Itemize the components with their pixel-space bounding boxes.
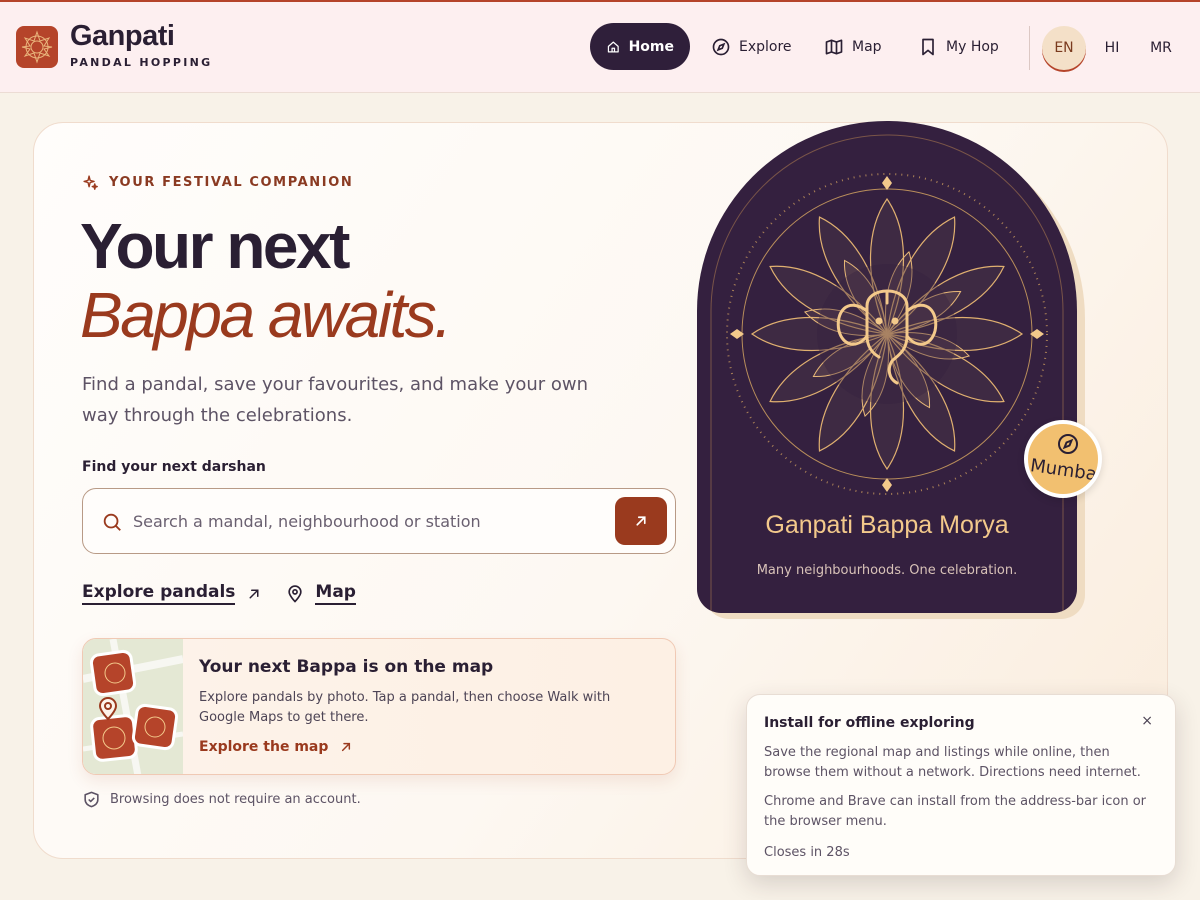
arch-panel: Ganpati Bappa Morya Many neighbourhoods.… <box>697 121 1077 613</box>
explore-pandals-link[interactable]: Explore pandals <box>82 582 263 605</box>
explore-map-link[interactable]: Explore the map <box>199 739 354 755</box>
map-card-body: Explore pandals by photo. Tap a pandal, … <box>199 690 611 725</box>
headline-line1: Your next <box>80 210 350 282</box>
ganpati-illustration: Ganpati Bappa Morya Many neighbourhoods.… <box>697 121 1087 641</box>
nav-map[interactable]: Map <box>808 23 898 70</box>
nav-explore-label: Explore <box>739 38 792 55</box>
bookmark-icon <box>922 38 934 55</box>
search-icon <box>103 513 121 531</box>
account-note-text: Browsing does not require an account. <box>110 792 361 807</box>
quick-links: Explore pandals Map <box>82 582 356 605</box>
site-header: Ganpati PANDAL HOPPING Home Explore Map … <box>0 2 1200 93</box>
arrow-up-right-icon <box>249 589 259 598</box>
city-badge[interactable]: Mumbai <box>1024 420 1102 498</box>
arrow-up-right-icon <box>636 516 646 526</box>
shield-check-icon <box>84 791 99 808</box>
lang-en-button[interactable]: EN <box>1042 26 1086 70</box>
nav-my-hop[interactable]: My Hop <box>902 23 1015 70</box>
map-card-title: Your next Bappa is on the map <box>199 657 494 677</box>
arch-subtitle: Many neighbourhoods. One celebration. <box>756 563 1018 578</box>
home-icon <box>607 41 619 52</box>
install-popup-para1: Save the regional map and listings while… <box>764 745 1141 780</box>
nav-map-label: Map <box>852 38 882 55</box>
search-submit-button[interactable] <box>615 497 667 545</box>
brand-title[interactable]: Ganpati <box>70 20 175 53</box>
map-link-label: Map <box>315 582 356 605</box>
install-popup-title: Install for offline exploring <box>764 715 975 731</box>
map-icon <box>825 39 843 55</box>
map-promo-card[interactable]: Your next Bappa is on the map Explore pa… <box>82 638 676 775</box>
explore-pandals-label: Explore pandals <box>82 582 236 605</box>
map-link[interactable]: Map <box>285 582 356 605</box>
brand-subtitle: PANDAL HOPPING <box>70 56 213 69</box>
map-thumbnail <box>83 639 183 774</box>
nav-home-label: Home <box>628 38 674 55</box>
lead-paragraph: Find a pandal, save your favourites, and… <box>82 374 589 426</box>
lang-mr-button[interactable]: MR <box>1139 26 1183 70</box>
logo-icon[interactable] <box>16 26 58 68</box>
nav-my-hop-label: My Hop <box>946 38 999 55</box>
headline-line2: Bappa awaits. <box>80 279 452 351</box>
lang-hi-button[interactable]: HI <box>1090 26 1134 70</box>
search-input[interactable] <box>133 505 603 537</box>
arch-title: Ganpati Bappa Morya <box>765 511 1009 539</box>
account-note: Browsing does not require an account. <box>82 790 361 809</box>
compass-icon <box>712 38 730 55</box>
eyebrow-text: YOUR FESTIVAL COMPANION <box>109 175 354 190</box>
arrow-up-right-icon <box>342 742 351 752</box>
search-box <box>82 488 676 554</box>
close-icon[interactable]: × <box>1141 713 1153 729</box>
city-badge-label: Mumbai <box>1028 455 1102 486</box>
explore-map-label: Explore the map <box>199 739 329 755</box>
install-popup-para2: Chrome and Brave can install from the ad… <box>764 794 1146 829</box>
search-label: Find your next darshan <box>82 459 266 475</box>
install-popup-countdown: Closes in 28s <box>764 845 850 860</box>
compass-icon <box>1058 434 1078 454</box>
install-popup: Install for offline exploring × Save the… <box>746 694 1176 876</box>
eyebrow: YOUR FESTIVAL COMPANION <box>82 174 353 191</box>
sparkle-icon <box>83 175 98 190</box>
nav-explore[interactable]: Explore <box>695 23 808 70</box>
nav-home[interactable]: Home <box>590 23 690 70</box>
nav-divider <box>1029 26 1030 70</box>
map-pin-icon <box>288 584 303 603</box>
